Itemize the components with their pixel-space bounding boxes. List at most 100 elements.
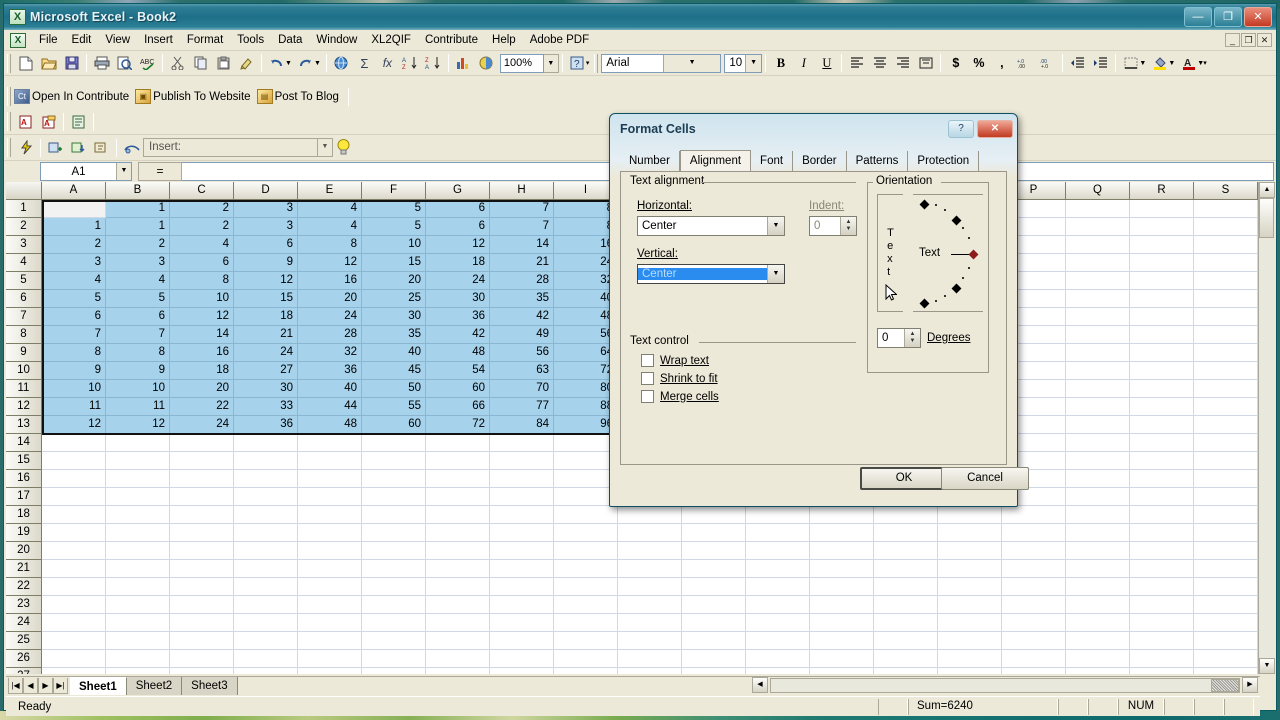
align-center-button[interactable] (868, 52, 891, 74)
cell-N25[interactable] (874, 632, 938, 650)
increase-decimal-button[interactable]: +.0.00 (1013, 52, 1036, 74)
cell-D6[interactable]: 15 (234, 290, 298, 308)
row-header-14[interactable]: 14 (6, 434, 42, 452)
cell-S12[interactable] (1194, 398, 1258, 416)
cell-A23[interactable] (42, 596, 106, 614)
cell-Q8[interactable] (1066, 326, 1130, 344)
cell-E2[interactable]: 4 (298, 218, 362, 236)
cell-H13[interactable]: 84 (490, 416, 554, 434)
cell-P24[interactable] (1002, 614, 1066, 632)
cell-C3[interactable]: 4 (170, 236, 234, 254)
cell-C8[interactable]: 14 (170, 326, 234, 344)
zoom-dropdown-icon[interactable]: ▼ (543, 53, 559, 73)
dialog-help-button[interactable]: ? (948, 120, 974, 138)
toolbar-grip[interactable] (7, 53, 11, 73)
cell-C24[interactable] (170, 614, 234, 632)
cell-D20[interactable] (234, 542, 298, 560)
cell-G14[interactable] (426, 434, 490, 452)
font-name-combo[interactable]: Arial ▼ (601, 53, 722, 73)
cell-N23[interactable] (874, 596, 938, 614)
dial-marker-minus90deg[interactable] (919, 298, 930, 309)
cell-G11[interactable]: 60 (426, 380, 490, 398)
convert-to-pdf-email-icon[interactable]: A (37, 111, 60, 133)
cell-Q10[interactable] (1066, 362, 1130, 380)
menu-insert[interactable]: Insert (137, 32, 180, 48)
cell-G26[interactable] (426, 650, 490, 668)
cell-L18[interactable] (746, 506, 810, 524)
cell-E1[interactable]: 4 (298, 200, 362, 218)
cell-R6[interactable] (1130, 290, 1194, 308)
cell-N24[interactable] (874, 614, 938, 632)
cell-R10[interactable] (1130, 362, 1194, 380)
vertical-alignment-combo[interactable]: Center ▼ (637, 264, 785, 284)
cell-C23[interactable] (170, 596, 234, 614)
decrease-decimal-button[interactable]: .00 +.0 (1036, 52, 1059, 74)
cell-S19[interactable] (1194, 524, 1258, 542)
cell-M19[interactable] (810, 524, 874, 542)
cell-F15[interactable] (362, 452, 426, 470)
cell-E26[interactable] (298, 650, 362, 668)
cell-H7[interactable]: 42 (490, 308, 554, 326)
adobe-toolbar-grip[interactable] (7, 112, 11, 131)
wrap-text-row[interactable]: Wrap text (641, 354, 709, 367)
cell-C26[interactable] (170, 650, 234, 668)
cell-S1[interactable] (1194, 200, 1258, 218)
cell-F24[interactable] (362, 614, 426, 632)
cell-S17[interactable] (1194, 488, 1258, 506)
cell-B16[interactable] (106, 470, 170, 488)
cell-R16[interactable] (1130, 470, 1194, 488)
cell-Q21[interactable] (1066, 560, 1130, 578)
cell-Q16[interactable] (1066, 470, 1130, 488)
cell-M18[interactable] (810, 506, 874, 524)
cell-A9[interactable]: 8 (42, 344, 106, 362)
cell-O27[interactable] (938, 668, 1002, 674)
sheet-nav-last-button[interactable]: ▶| (53, 678, 68, 694)
tab-number[interactable]: Number (620, 151, 680, 171)
cell-O18[interactable] (938, 506, 1002, 524)
xl2qif-toolbar-grip[interactable] (7, 138, 11, 157)
cell-S9[interactable] (1194, 344, 1258, 362)
scroll-up-button[interactable]: ▲ (1259, 182, 1275, 198)
cell-F12[interactable]: 55 (362, 398, 426, 416)
cell-E10[interactable]: 36 (298, 362, 362, 380)
cell-Q15[interactable] (1066, 452, 1130, 470)
cell-Q6[interactable] (1066, 290, 1130, 308)
cell-F18[interactable] (362, 506, 426, 524)
cell-C10[interactable]: 18 (170, 362, 234, 380)
horizontal-alignment-combo[interactable]: Center ▼ (637, 216, 785, 236)
sort-descending-icon[interactable]: ZA (422, 52, 445, 74)
cell-H20[interactable] (490, 542, 554, 560)
cell-D8[interactable]: 21 (234, 326, 298, 344)
row-header-1[interactable]: 1 (6, 200, 42, 218)
cell-M27[interactable] (810, 668, 874, 674)
row-header-13[interactable]: 13 (6, 416, 42, 434)
post-to-blog-button[interactable]: Post To Blog (273, 91, 345, 103)
cell-K23[interactable] (682, 596, 746, 614)
font-size-combo[interactable]: 10 ▼ (724, 53, 763, 73)
cell-C16[interactable] (170, 470, 234, 488)
cell-G20[interactable] (426, 542, 490, 560)
cell-G16[interactable] (426, 470, 490, 488)
cell-C7[interactable]: 12 (170, 308, 234, 326)
cell-D7[interactable]: 18 (234, 308, 298, 326)
cell-D16[interactable] (234, 470, 298, 488)
cell-Q24[interactable] (1066, 614, 1130, 632)
cell-C22[interactable] (170, 578, 234, 596)
cell-H2[interactable]: 7 (490, 218, 554, 236)
select-all-corner[interactable] (6, 182, 42, 200)
cell-F13[interactable]: 60 (362, 416, 426, 434)
cell-K18[interactable] (682, 506, 746, 524)
hyperlink-icon[interactable] (330, 52, 353, 74)
cell-D12[interactable]: 33 (234, 398, 298, 416)
cell-P26[interactable] (1002, 650, 1066, 668)
cell-A4[interactable]: 3 (42, 254, 106, 272)
cell-K26[interactable] (682, 650, 746, 668)
cell-Q27[interactable] (1066, 668, 1130, 674)
cell-H11[interactable]: 70 (490, 380, 554, 398)
cell-S5[interactable] (1194, 272, 1258, 290)
cell-Q2[interactable] (1066, 218, 1130, 236)
row-header-15[interactable]: 15 (6, 452, 42, 470)
cell-H25[interactable] (490, 632, 554, 650)
cell-F8[interactable]: 35 (362, 326, 426, 344)
sheet-tab-sheet3[interactable]: Sheet3 (182, 677, 238, 695)
